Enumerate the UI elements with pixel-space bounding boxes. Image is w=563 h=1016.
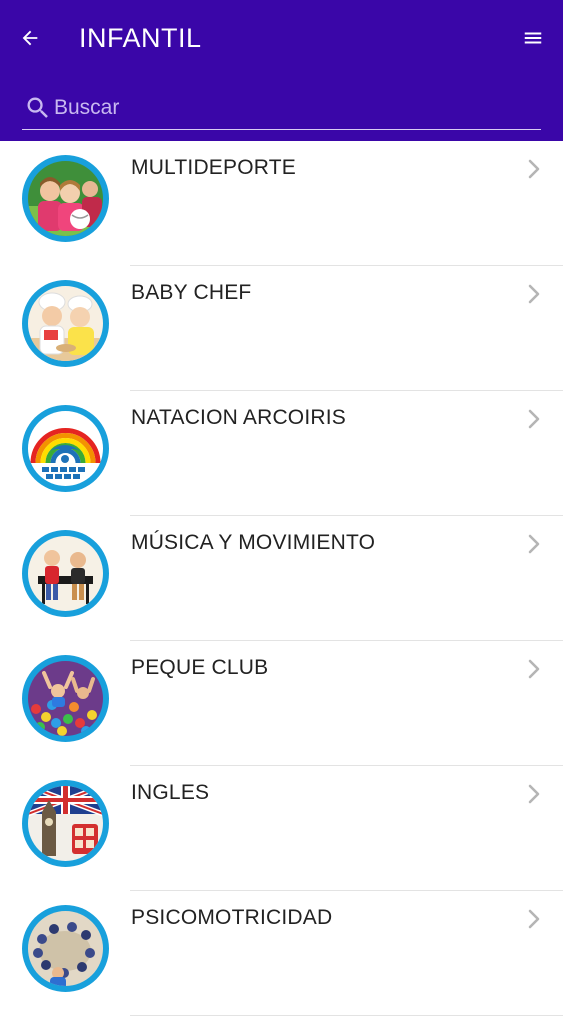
search-icon: [27, 97, 48, 118]
chevron-right-icon: [528, 159, 540, 179]
avatar: [22, 405, 109, 492]
hamburger-menu-icon: [524, 32, 542, 44]
list-item[interactable]: PSICOMOTRICIDAD: [0, 891, 563, 1016]
natacion-arcoiris-logo: [28, 411, 103, 486]
multideporte-thumbnail: [28, 161, 103, 236]
avatar: [22, 655, 109, 742]
musica-y-movimiento-thumbnail: [28, 536, 103, 611]
list-item-label: PEQUE CLUB: [131, 656, 269, 679]
chevron-right-icon: [528, 409, 540, 429]
list-item[interactable]: MULTIDEPORTE: [0, 141, 563, 266]
list-item[interactable]: NATACION ARCOIRIS: [0, 391, 563, 516]
list-item[interactable]: MÚSICA Y MOVIMIENTO: [0, 516, 563, 641]
list-item-label: INGLES: [131, 781, 210, 804]
search-bar: [22, 88, 541, 130]
list-item[interactable]: PEQUE CLUB: [0, 641, 563, 766]
peque-club-thumbnail: [28, 661, 103, 736]
avatar: [22, 155, 109, 242]
list-item[interactable]: BABY CHEF: [0, 266, 563, 391]
avatar: [22, 780, 109, 867]
arrow-left-icon: [22, 30, 38, 46]
ingles-thumbnail: [28, 786, 103, 861]
back-button[interactable]: [14, 22, 46, 54]
list-item-label: MÚSICA Y MOVIMIENTO: [131, 531, 376, 554]
search-input[interactable]: [54, 90, 534, 126]
chevron-right-icon: [528, 784, 540, 804]
app-bar: INFANTIL: [0, 0, 563, 141]
page-title: INFANTIL: [79, 23, 202, 53]
list-item-label: NATACION ARCOIRIS: [131, 406, 346, 429]
list-item-label: PSICOMOTRICIDAD: [131, 906, 333, 929]
menu-button[interactable]: [517, 22, 549, 54]
avatar: [22, 905, 109, 992]
list-item-label: BABY CHEF: [131, 281, 252, 304]
chevron-right-icon: [528, 659, 540, 679]
chevron-right-icon: [528, 284, 540, 304]
activity-list: MULTIDEPORTE BABY CHEF NATACION ARCOIRIS…: [0, 141, 563, 1016]
avatar: [22, 280, 109, 367]
list-item[interactable]: INGLES: [0, 766, 563, 891]
baby-chef-thumbnail: [28, 286, 103, 361]
list-item-label: MULTIDEPORTE: [131, 156, 296, 179]
psicomotricidad-thumbnail: [28, 911, 103, 986]
avatar: [22, 530, 109, 617]
chevron-right-icon: [528, 534, 540, 554]
chevron-right-icon: [528, 909, 540, 929]
